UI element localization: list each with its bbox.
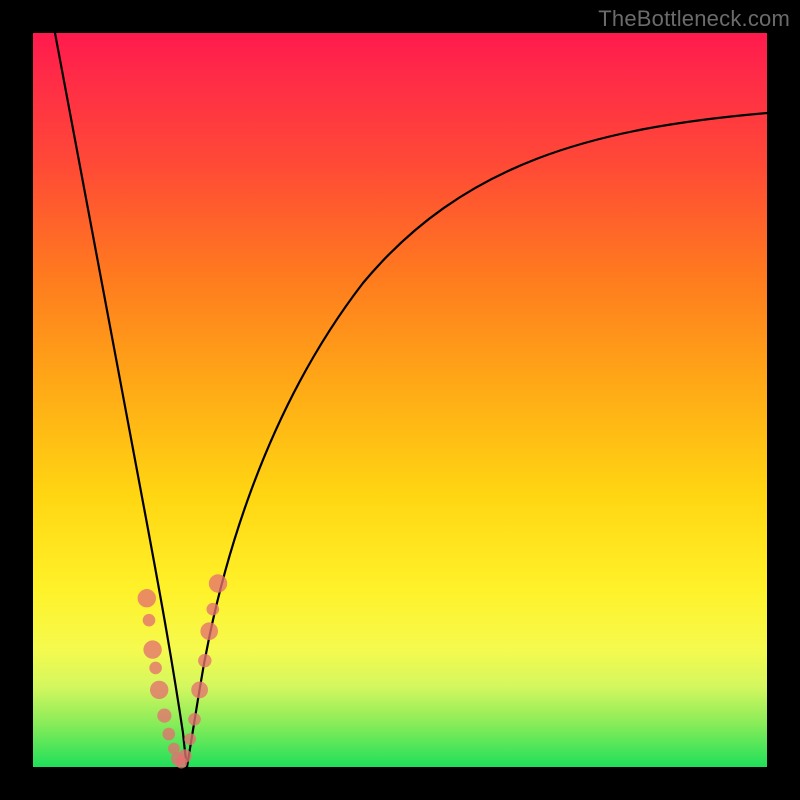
chart-svg [33,33,767,767]
watermark-text: TheBottleneck.com [598,6,790,32]
data-dot [163,728,176,741]
data-dot [143,640,161,658]
data-dot [207,603,220,616]
data-dot [191,682,208,699]
data-dot [198,654,211,667]
data-dot [149,662,162,675]
data-dot [150,681,168,699]
curve-right-branch [187,113,767,767]
data-dot [209,574,227,592]
data-dot [184,733,196,745]
plot-area [33,33,767,767]
data-dot [143,614,156,627]
data-dots [138,574,228,768]
data-dot [200,622,218,640]
curve-left-branch [55,33,187,767]
data-dot [178,749,191,762]
data-dot [138,589,156,607]
data-dot [157,709,171,723]
chart-frame: TheBottleneck.com [0,0,800,800]
data-dot [188,713,201,726]
